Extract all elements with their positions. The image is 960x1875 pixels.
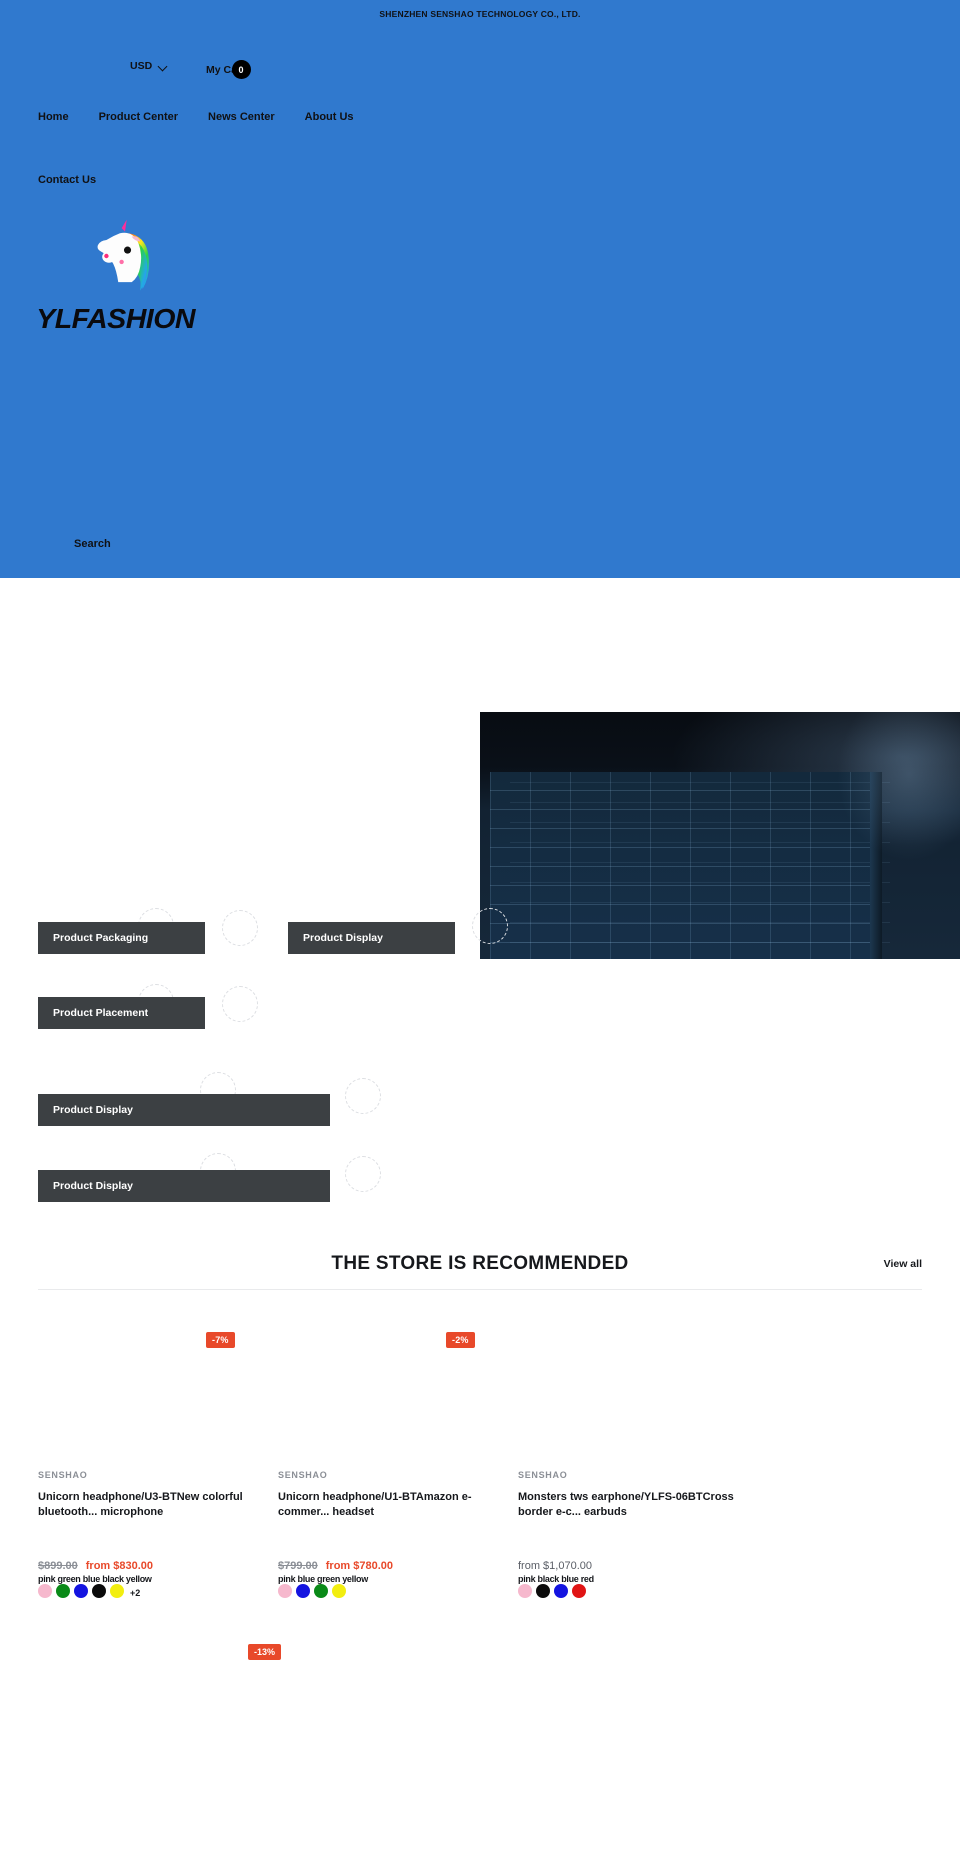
loading-spinner bbox=[222, 986, 258, 1022]
color-swatch[interactable] bbox=[278, 1584, 292, 1598]
nav-item-home[interactable]: Home bbox=[38, 111, 69, 123]
color-option-labels: pink blue green yellow bbox=[278, 1574, 368, 1584]
product-price-current: from $780.00 bbox=[325, 1560, 394, 1572]
product-label-bar[interactable]: Product Display bbox=[288, 922, 455, 954]
recommended-section: The store is recommended View all -7% SE… bbox=[0, 1238, 960, 1692]
announcement-bar: SHENZHEN SENSHAO TECHNOLOGY CO., LTD. bbox=[0, 0, 960, 28]
nav-item-news-center[interactable]: News Center bbox=[208, 111, 275, 123]
color-swatch[interactable] bbox=[554, 1584, 568, 1598]
currency-label: USD bbox=[130, 60, 153, 72]
color-swatch[interactable] bbox=[56, 1584, 70, 1598]
product-label-bar[interactable]: Product Display bbox=[38, 1170, 330, 1202]
discount-badge: -13% bbox=[248, 1644, 282, 1660]
nav-item-product-center[interactable]: Product Center bbox=[99, 111, 178, 123]
hero-banner bbox=[0, 578, 960, 959]
announcement-text: SHENZHEN SENSHAO TECHNOLOGY CO., LTD. bbox=[379, 9, 581, 19]
chevron-down-icon bbox=[159, 62, 168, 71]
discount-badge: -7% bbox=[206, 1332, 235, 1348]
product-price: $899.00 from $830.00 bbox=[38, 1560, 254, 1572]
nav-item-contact-us[interactable]: Contact Us bbox=[38, 174, 96, 186]
site-header: SHENZHEN SENSHAO TECHNOLOGY CO., LTD. US… bbox=[0, 0, 960, 578]
recommended-header: The store is recommended View all bbox=[38, 1238, 922, 1290]
product-price-original: $799.00 bbox=[278, 1560, 318, 1572]
loading-spinner bbox=[345, 1078, 381, 1114]
loading-spinner bbox=[472, 908, 508, 944]
product-vendor: SENSHAO bbox=[38, 1470, 88, 1480]
product-image[interactable]: -2% bbox=[278, 1300, 494, 1448]
product-card[interactable]: SENSHAO Monsters tws earphone/YLFS-06BTC… bbox=[518, 1300, 758, 1602]
product-label-text: Product Placement bbox=[53, 1007, 149, 1019]
product-price-current: from $830.00 bbox=[85, 1560, 154, 1572]
product-vendor: SENSHAO bbox=[278, 1470, 328, 1480]
product-image[interactable]: -7% bbox=[38, 1300, 254, 1448]
product-color-options: pink green blue black yellow +2 bbox=[38, 1574, 254, 1602]
unicorn-logo-icon bbox=[97, 219, 150, 291]
product-label-text: Product Display bbox=[53, 1180, 133, 1192]
product-vendor: SENSHAO bbox=[518, 1470, 568, 1480]
section-title: The store is recommended bbox=[331, 1252, 629, 1274]
color-swatch[interactable] bbox=[74, 1584, 88, 1598]
color-swatch[interactable] bbox=[314, 1584, 328, 1598]
color-swatch-list bbox=[518, 1584, 586, 1598]
product-title[interactable]: Unicorn headphone/U1-BTAmazon e-commer..… bbox=[278, 1490, 494, 1522]
color-swatch-list bbox=[278, 1584, 346, 1598]
color-swatch[interactable] bbox=[536, 1584, 550, 1598]
product-price: $799.00 from $780.00 bbox=[278, 1560, 494, 1572]
color-swatch[interactable] bbox=[92, 1584, 106, 1598]
main-navigation: Home Product Center News Center About Us bbox=[38, 111, 384, 123]
product-label-text: Product Packaging bbox=[53, 932, 149, 944]
logo-text: YLFASHION bbox=[36, 303, 196, 334]
product-price-original: $899.00 bbox=[38, 1560, 78, 1572]
product-card[interactable]: -2% SENSHAO Unicorn headphone/U1-BTAmazo… bbox=[278, 1300, 518, 1602]
loading-spinner bbox=[222, 910, 258, 946]
view-all-link[interactable]: View all bbox=[884, 1258, 922, 1270]
color-option-labels: pink green blue black yellow bbox=[38, 1574, 152, 1584]
product-grid-next-row: -13% bbox=[38, 1602, 922, 1692]
color-option-labels: pink black blue red bbox=[518, 1574, 594, 1584]
color-swatch[interactable] bbox=[38, 1584, 52, 1598]
color-swatch[interactable] bbox=[332, 1584, 346, 1598]
product-grid: -7% SENSHAO Unicorn headphone/U3-BTNew c… bbox=[38, 1290, 922, 1602]
product-price-current: from $1,070.00 bbox=[518, 1560, 592, 1572]
nav-item-about-us[interactable]: About Us bbox=[305, 111, 354, 123]
color-swatch-list: +2 bbox=[38, 1584, 140, 1598]
product-label-bar[interactable]: Product Packaging bbox=[38, 922, 205, 954]
product-color-options: pink blue green yellow bbox=[278, 1574, 494, 1602]
product-title[interactable]: Unicorn headphone/U3-BTNew colorful blue… bbox=[38, 1490, 254, 1522]
utility-bar: USD My Cart 0 bbox=[0, 60, 960, 88]
more-colors-label: +2 bbox=[130, 1588, 141, 1598]
product-label-bar[interactable]: Product Display bbox=[38, 1094, 330, 1126]
loading-spinner bbox=[345, 1156, 381, 1192]
site-logo[interactable]: YLFASHION bbox=[36, 218, 218, 335]
color-swatch[interactable] bbox=[296, 1584, 310, 1598]
product-label-text: Product Display bbox=[53, 1104, 133, 1116]
product-color-options: pink black blue red bbox=[518, 1574, 734, 1602]
product-label-section: Product Packaging Product Display Product … bbox=[0, 908, 960, 1238]
currency-selector[interactable]: USD bbox=[130, 60, 168, 72]
product-label-bar[interactable]: Product Placement bbox=[38, 997, 205, 1029]
cart-count-badge: 0 bbox=[231, 60, 251, 79]
product-image[interactable] bbox=[518, 1300, 734, 1448]
color-swatch[interactable] bbox=[110, 1584, 124, 1598]
search-button[interactable]: Search bbox=[74, 538, 111, 550]
product-card[interactable]: -7% SENSHAO Unicorn headphone/U3-BTNew c… bbox=[38, 1300, 278, 1602]
color-swatch[interactable] bbox=[572, 1584, 586, 1598]
product-label-text: Product Display bbox=[303, 932, 383, 944]
discount-badge: -2% bbox=[446, 1332, 475, 1348]
product-title[interactable]: Monsters tws earphone/YLFS-06BTCross bor… bbox=[518, 1490, 734, 1522]
product-price: from $1,070.00 bbox=[518, 1560, 734, 1572]
cart-button[interactable]: My Cart 0 bbox=[206, 60, 251, 79]
color-swatch[interactable] bbox=[518, 1584, 532, 1598]
